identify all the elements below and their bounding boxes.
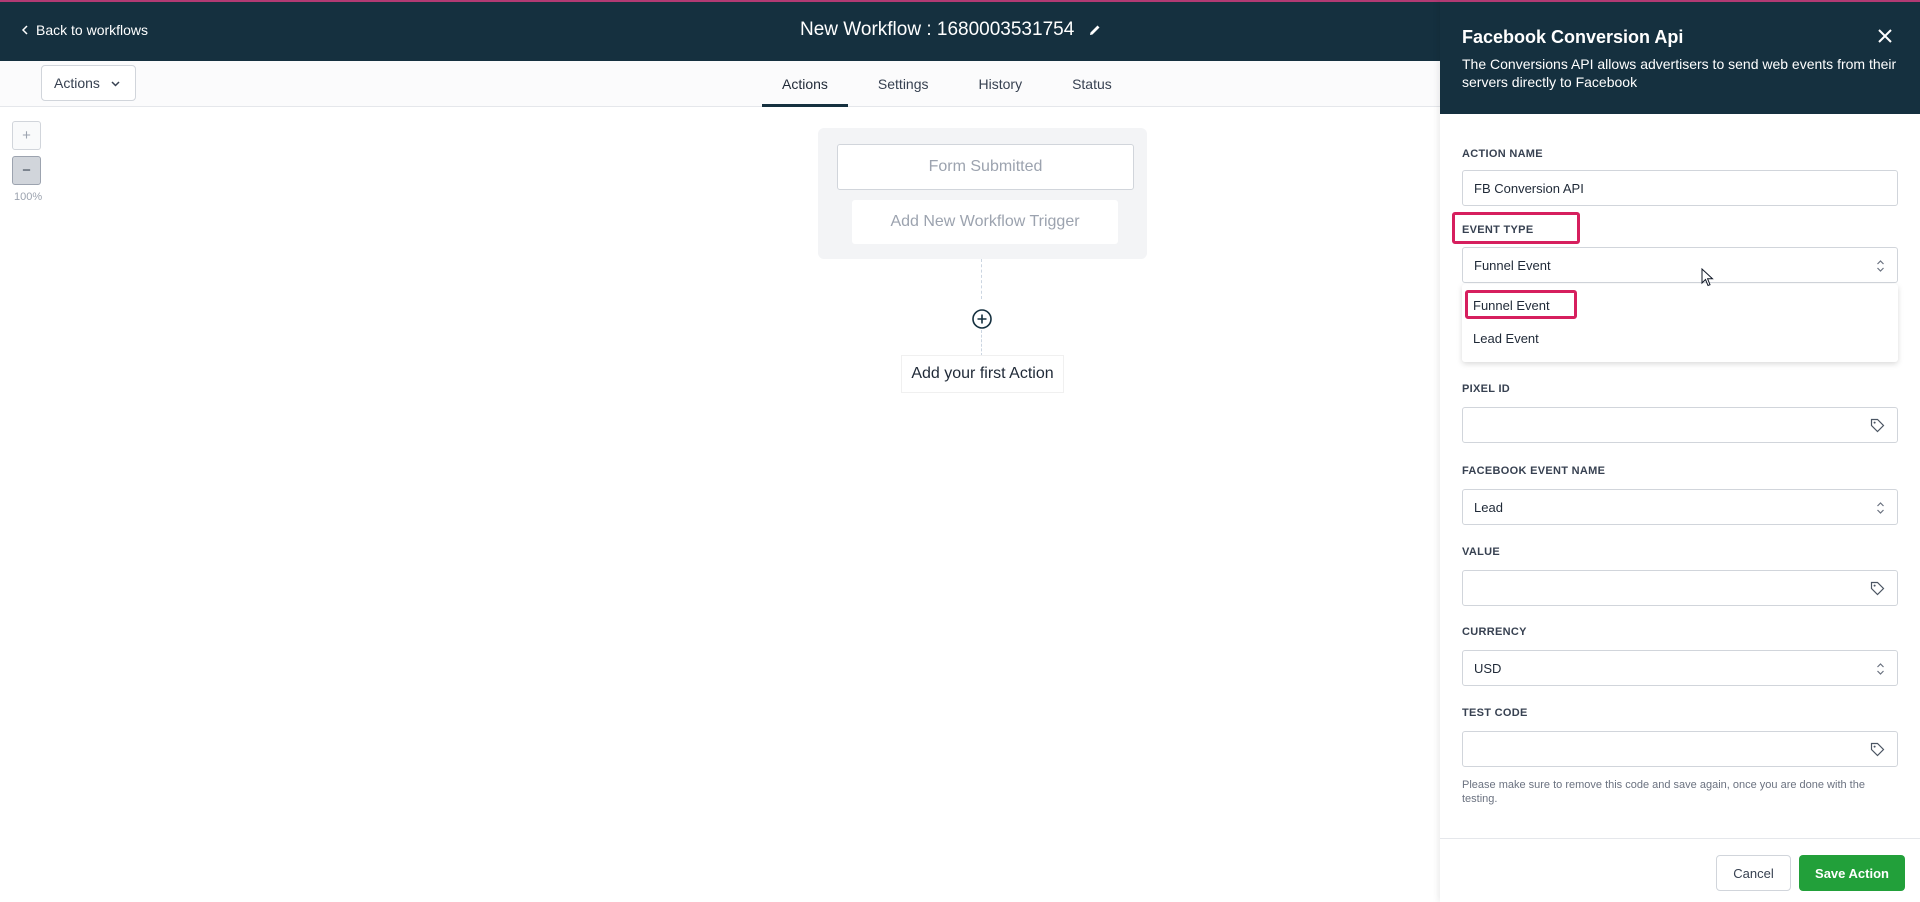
zoom-level: 100% (14, 191, 43, 203)
back-link-label: Back to workflows (36, 22, 149, 38)
facebook-event-name-select[interactable]: Lead (1462, 489, 1898, 525)
select-arrows-icon (1877, 663, 1884, 675)
workflow-title: New Workflow : 1680003531754 (800, 19, 1102, 41)
facebook-event-name-value: Lead (1474, 499, 1503, 515)
value-input[interactable] (1462, 570, 1898, 606)
tag-icon[interactable] (1870, 742, 1885, 757)
event-type-options: Funnel Event Lead Event (1462, 284, 1898, 362)
pencil-icon[interactable] (1088, 23, 1102, 37)
panel-description: The Conversions API allows advertisers t… (1462, 56, 1897, 90)
workflow-title-text: New Workflow : 1680003531754 (800, 19, 1075, 40)
currency-label: CURRENCY (1462, 626, 1527, 638)
option-lead-event[interactable]: Lead Event (1473, 331, 1539, 346)
trigger-form-submitted[interactable]: Form Submitted (837, 144, 1134, 190)
add-action-plus-icon[interactable] (971, 308, 993, 330)
zoom-out-button[interactable]: − (12, 156, 41, 185)
add-first-action-button[interactable]: Add your first Action (901, 355, 1064, 393)
action-name-label: ACTION NAME (1462, 148, 1543, 160)
value-label: VALUE (1462, 546, 1500, 558)
close-icon[interactable] (1877, 28, 1893, 44)
currency-value: USD (1474, 660, 1502, 676)
select-arrows-icon (1877, 502, 1884, 514)
currency-select[interactable]: USD (1462, 650, 1898, 686)
event-type-value: Funnel Event (1474, 257, 1551, 273)
save-action-button[interactable]: Save Action (1799, 855, 1905, 891)
facebook-event-name-label: FACEBOOK EVENT NAME (1462, 465, 1606, 477)
trigger-container: Form Submitted Add New Workflow Trigger (818, 128, 1147, 259)
pixel-id-input[interactable] (1462, 407, 1898, 443)
tag-icon[interactable] (1870, 418, 1885, 433)
action-settings-panel: Facebook Conversion Api The Conversions … (1440, 0, 1920, 902)
panel-header: Facebook Conversion Api The Conversions … (1440, 0, 1920, 114)
add-workflow-trigger-button[interactable]: Add New Workflow Trigger (852, 200, 1118, 244)
back-to-workflows-link[interactable]: Back to workflows (20, 22, 148, 38)
pixel-id-label: PIXEL ID (1462, 383, 1511, 395)
chevron-down-icon (111, 80, 120, 87)
event-type-select[interactable]: Funnel Event (1462, 247, 1898, 283)
workflow-tabs: Actions Settings History Status (730, 61, 1142, 107)
actions-dropdown[interactable]: Actions (41, 65, 136, 101)
cancel-button[interactable]: Cancel (1716, 855, 1791, 891)
action-name-input[interactable]: FB Conversion API (1462, 170, 1898, 206)
test-code-label: TEST CODE (1462, 707, 1528, 719)
tab-history[interactable]: History (959, 61, 1043, 107)
tab-settings[interactable]: Settings (858, 61, 949, 107)
panel-footer: Cancel Save Action (1440, 838, 1920, 902)
test-code-help-text: Please make sure to remove this code and… (1462, 779, 1865, 805)
mouse-cursor-icon (1701, 268, 1714, 287)
tag-icon[interactable] (1870, 581, 1885, 596)
tab-actions[interactable]: Actions (762, 61, 848, 107)
chevron-left-icon (21, 25, 28, 35)
select-arrows-icon (1877, 260, 1884, 272)
test-code-input[interactable] (1462, 731, 1898, 767)
workflow-toolbar: Actions Actions Settings History Status (0, 61, 1440, 107)
connector-line (981, 259, 982, 299)
event-type-label: EVENT TYPE (1462, 224, 1534, 236)
option-funnel-event[interactable]: Funnel Event (1473, 298, 1550, 313)
actions-dropdown-label: Actions (54, 75, 100, 91)
connector-line (981, 330, 982, 356)
zoom-in-button[interactable]: + (12, 121, 41, 150)
action-name-value: FB Conversion API (1474, 180, 1584, 196)
tab-status[interactable]: Status (1052, 61, 1132, 107)
panel-title: Facebook Conversion Api (1462, 27, 1684, 47)
